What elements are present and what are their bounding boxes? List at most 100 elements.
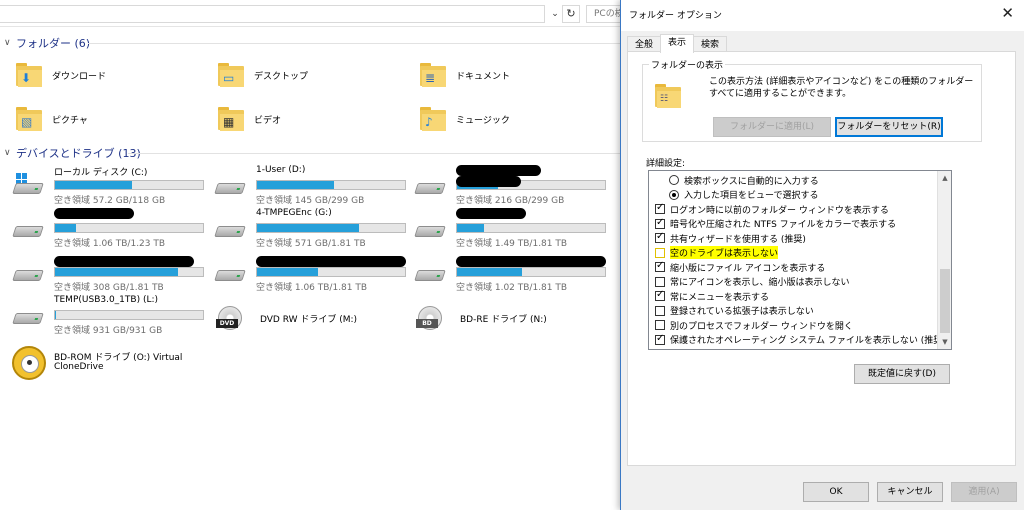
chevron-down-icon: ∨	[4, 148, 11, 158]
folder-item[interactable]: ▧ ピクチャ	[16, 101, 88, 137]
radio-button[interactable]	[669, 189, 679, 200]
drive-usage-bar	[456, 223, 606, 233]
folder-options-dialog: フォルダー オプション ✕ 全般 表示 検索 フォルダーの表示 ☷ この表示方法…	[620, 0, 1024, 510]
folder-item[interactable]: ▦ ビデオ	[218, 101, 281, 137]
folder-item[interactable]: ⬇ ダウンロード	[16, 57, 106, 93]
folder-item[interactable]: ▭ デスクトップ	[218, 57, 308, 93]
drives-group-header[interactable]: ∨ デバイスとドライブ (13)	[4, 145, 141, 161]
drive-usage-fill	[457, 224, 484, 232]
folders-group-label: フォルダー (6)	[16, 37, 91, 50]
radio-button[interactable]	[669, 175, 679, 186]
bd-drive-item[interactable]: BD BD-RE ドライブ (N:)	[406, 300, 606, 344]
drive-free-space: 空き領域 308 GB/1.81 TB	[54, 283, 164, 293]
hard-drive-icon	[214, 218, 246, 240]
advanced-setting-row[interactable]: 保護されたオペレーティング システム ファイルを表示しない (推奨)	[651, 333, 951, 348]
drive-free-space: 空き領域 931 GB/931 GB	[54, 326, 163, 336]
advanced-setting-label: 暗号化や圧縮された NTFS ファイルをカラーで表示する	[670, 220, 897, 231]
drive-free-space: 空き領域 1.49 TB/1.81 TB	[456, 239, 568, 249]
checkbox[interactable]	[655, 305, 665, 316]
advanced-settings-label: 詳細設定:	[646, 159, 686, 169]
advanced-setting-row[interactable]: 空のドライブは表示しない	[651, 246, 951, 261]
folder-label: デスクトップ	[254, 71, 309, 82]
advanced-setting-label: 検索ボックスに自動的に入力する	[684, 176, 819, 187]
drive-usage-bar	[256, 267, 406, 277]
advanced-setting-row[interactable]: ログオン時に以前のフォルダー ウィンドウを表示する	[651, 202, 951, 217]
dialog-titlebar[interactable]: フォルダー オプション ✕	[621, 0, 1024, 31]
drive-item[interactable]: 空き領域 1.02 TB/1.81 TB	[402, 250, 612, 294]
restore-defaults-button[interactable]: 既定値に戻す(D)	[854, 364, 950, 384]
checkbox[interactable]	[655, 260, 665, 273]
advanced-setting-label: 入力した項目をビューで選択する	[684, 191, 819, 202]
advanced-setting-row[interactable]: 共有ウィザードを使用する (推奨)	[651, 231, 951, 246]
checkbox[interactable]	[655, 289, 665, 302]
advanced-setting-row[interactable]: 常にアイコンを表示し、縮小版は表示しない	[651, 275, 951, 290]
drive-item[interactable]: 空き領域 1.49 TB/1.81 TB	[402, 206, 612, 250]
dvd-drive-item[interactable]: DVD DVD RW ドライブ (M:)	[206, 300, 406, 344]
ok-button[interactable]: OK	[803, 482, 869, 502]
address-field[interactable]	[0, 5, 545, 23]
refresh-icon[interactable]: ↻	[562, 5, 580, 23]
videos-folder-icon: ▦	[218, 106, 246, 132]
drive-item[interactable]: ローカル ディスク (C:) 空き領域 57.2 GB/118 GB	[0, 163, 210, 207]
hard-drive-icon	[12, 305, 44, 327]
checkbox[interactable]	[655, 217, 665, 229]
scroll-thumb[interactable]	[940, 269, 950, 333]
checkbox[interactable]	[655, 231, 665, 244]
close-icon[interactable]: ✕	[1001, 4, 1014, 22]
hard-drive-icon	[414, 262, 446, 284]
tab-view[interactable]: 表示	[660, 34, 695, 53]
drive-usage-bar	[456, 267, 606, 277]
dvd-disc-icon: DVD	[216, 306, 242, 330]
clonedrive-sheep-icon	[12, 346, 46, 380]
folder-label: ドキュメント	[456, 71, 511, 82]
advanced-setting-row[interactable]: 別のプロセスでフォルダー ウィンドウを開く	[651, 318, 951, 333]
cancel-button[interactable]: キャンセル	[877, 482, 943, 502]
checkbox[interactable]	[655, 320, 665, 331]
scroll-up-icon[interactable]: ▲	[938, 171, 951, 185]
redaction-mark	[456, 176, 521, 187]
advanced-setting-row[interactable]: 入力した項目をビューで選択する	[651, 188, 951, 203]
drive-item[interactable]: 空き領域 216 GB/299 GB	[402, 163, 612, 207]
advanced-setting-row[interactable]: 登録されている拡張子は表示しない	[651, 304, 951, 319]
vertical-scrollbar[interactable]: ▲ ▼	[937, 171, 951, 349]
checkbox[interactable]	[655, 247, 665, 258]
folder-label: ピクチャ	[52, 115, 88, 126]
reset-folders-button[interactable]: フォルダーをリセット(R)	[835, 117, 943, 137]
drive-name: BD-RE ドライブ (N:)	[460, 315, 547, 325]
advanced-setting-label: 保護されたオペレーティング システム ファイルを表示しない (推奨)	[670, 336, 946, 347]
drive-usage-fill	[257, 268, 318, 276]
checkbox[interactable]	[655, 333, 665, 345]
drive-item[interactable]: 1-User (D:) 空き領域 145 GB/299 GB	[202, 163, 412, 207]
dialog-title: フォルダー オプション	[629, 11, 722, 21]
drive-item[interactable]: 4-TMPEGEnc (G:) 空き領域 571 GB/1.81 TB	[202, 206, 412, 250]
drive-item[interactable]: TEMP(USB3.0_1TB) (L:) 空き領域 931 GB/931 GB	[0, 293, 210, 337]
folder-item[interactable]: ≣ ドキュメント	[420, 57, 510, 93]
drive-item[interactable]: 空き領域 308 GB/1.81 TB	[0, 250, 210, 294]
apply-button[interactable]: 適用(A)	[951, 482, 1017, 502]
drives-group-label: デバイスとドライブ (13)	[16, 147, 141, 160]
checkbox[interactable]	[655, 276, 665, 287]
advanced-setting-row[interactable]: 縮小版にファイル アイコンを表示する	[651, 260, 951, 275]
redaction-mark	[456, 256, 606, 267]
group-divider	[88, 43, 620, 44]
advanced-setting-label: 常にアイコンを表示し、縮小版は表示しない	[670, 278, 850, 289]
advanced-setting-row[interactable]: 検索ボックスに自動的に入力する	[651, 173, 951, 188]
folders-group-header[interactable]: ∨ フォルダー (6)	[4, 35, 90, 51]
drive-usage-fill	[257, 181, 334, 189]
folder-item[interactable]: ♪ ミュージック	[420, 101, 510, 137]
virtual-drive-item[interactable]: BD-ROM ドライブ (O:) Virtual CloneDrive	[0, 342, 200, 386]
checkbox[interactable]	[655, 202, 665, 215]
hard-drive-icon	[214, 175, 246, 197]
drive-item[interactable]: 空き領域 1.06 TB/1.81 TB	[202, 250, 412, 294]
drive-item[interactable]: 空き領域 1.06 TB/1.23 TB	[0, 206, 210, 250]
drive-free-space: 空き領域 57.2 GB/118 GB	[54, 196, 166, 206]
downloads-folder-icon: ⬇	[16, 62, 44, 88]
chevron-down-icon[interactable]: ⌄	[548, 5, 562, 23]
apply-to-folders-button[interactable]: フォルダーに適用(L)	[713, 117, 831, 137]
advanced-setting-row[interactable]: 暗号化や圧縮された NTFS ファイルをカラーで表示する	[651, 217, 951, 232]
drive-usage-fill	[257, 224, 360, 232]
advanced-settings-list[interactable]: 検索ボックスに自動的に入力する入力した項目をビューで選択するログオン時に以前のフ…	[648, 170, 952, 350]
scroll-down-icon[interactable]: ▼	[938, 335, 951, 349]
desktop-folder-icon: ▭	[218, 62, 246, 88]
advanced-setting-row[interactable]: 常にメニューを表示する	[651, 289, 951, 304]
